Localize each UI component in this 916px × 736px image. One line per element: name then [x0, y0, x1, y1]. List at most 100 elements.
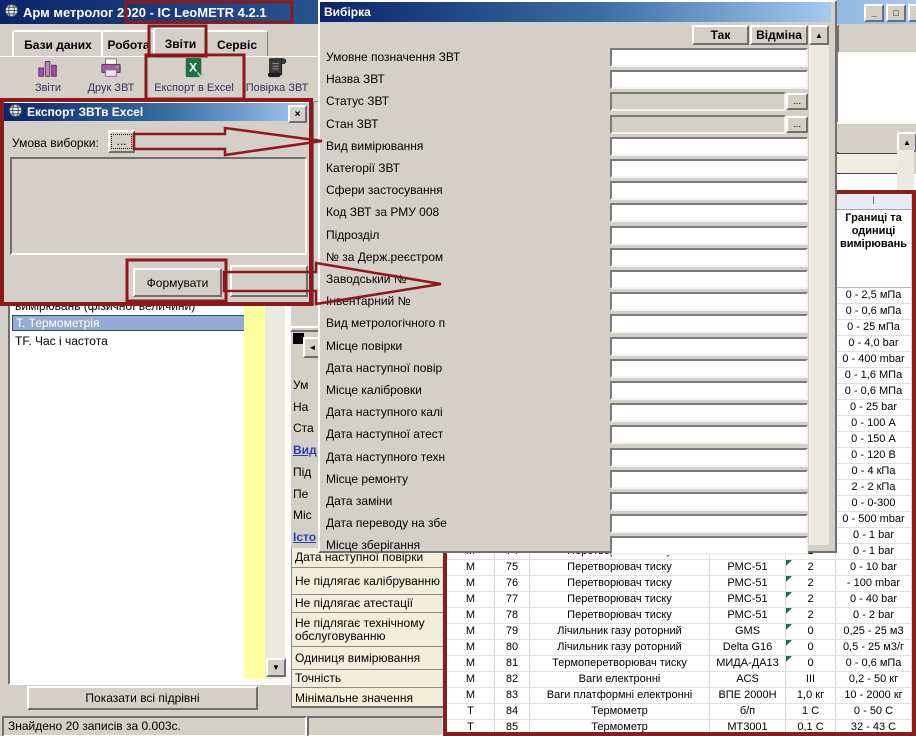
cell-I[interactable]: 0 - 150 А	[836, 432, 912, 447]
field-input[interactable]	[610, 492, 808, 511]
cell-I[interactable]: 0 - 400 mbar	[836, 352, 912, 367]
cell-I[interactable]: 0 - 4,0 bar	[836, 336, 912, 351]
fields-summary-row[interactable]: Не підлягає атестації	[292, 595, 454, 613]
cell-F[interactable]: МИДА-ДА13	[710, 656, 786, 671]
cell-F[interactable]: PMC-51	[710, 560, 786, 575]
cell-H[interactable]: 1,0 кг	[786, 688, 836, 703]
cell-A[interactable]: М	[447, 592, 495, 607]
cell-I[interactable]: 0 - 2,5 мПа	[836, 288, 912, 303]
cell-B[interactable]: 78	[495, 608, 530, 623]
field-input[interactable]	[610, 448, 808, 467]
field-input[interactable]	[610, 203, 808, 222]
cell-E[interactable]: Перетворювач тиску	[530, 592, 710, 607]
fields-summary-row[interactable]: Одиниця вимірювання	[292, 647, 454, 670]
cell-H[interactable]: III	[786, 672, 836, 687]
measurement-listbox[interactable]: вимірювань (фізичної величини)Т. Термоме…	[8, 298, 291, 685]
cell-A[interactable]: М	[447, 640, 495, 655]
fields-summary-row[interactable]: Мінімальне значення	[292, 688, 454, 708]
cell-E[interactable]: Термоперетворювач тиску	[530, 656, 710, 671]
cell-B[interactable]: 75	[495, 560, 530, 575]
cell-I[interactable]: 0 - 500 mbar	[836, 512, 912, 527]
field-input[interactable]	[610, 159, 808, 178]
cell-I[interactable]: 0 - 0,6 мПа	[836, 656, 912, 671]
cell-I[interactable]: 0 - 120 В	[836, 448, 912, 463]
cell-I[interactable]: 32 - 43 С	[836, 720, 912, 735]
cell-I[interactable]: 0 - 0,6 мПа	[836, 304, 912, 319]
cell-I[interactable]: 0 - 1 bar	[836, 528, 912, 543]
field-input[interactable]	[610, 359, 808, 378]
field-input[interactable]	[610, 381, 808, 400]
column-letter-I[interactable]: I	[836, 194, 912, 210]
cell-A[interactable]: Т	[447, 704, 495, 719]
tab-Звіти[interactable]: Звіти	[153, 27, 207, 58]
field-input[interactable]	[610, 514, 808, 533]
cell-B[interactable]: 84	[495, 704, 530, 719]
cancel-button[interactable]: Відміна	[750, 25, 808, 45]
cell-F[interactable]: ВПЕ 2000Н	[710, 688, 786, 703]
cell-H[interactable]: 0	[786, 640, 836, 655]
field-input[interactable]	[610, 70, 808, 89]
fields-summary-row[interactable]: Не підлягає технічному обслуговуванню	[292, 613, 454, 647]
close-button[interactable]: ×	[908, 4, 916, 22]
cell-I[interactable]: 0 - 4 кПа	[836, 464, 912, 479]
cell-I[interactable]: 0 - 10 bar	[836, 560, 912, 575]
cell-E[interactable]: Перетворювач тиску	[530, 560, 710, 575]
cell-F[interactable]: МТ3001	[710, 720, 786, 735]
tab-Бази даних[interactable]: Бази даних	[12, 30, 103, 57]
cell-I[interactable]: 0 - 0,6 МПа	[836, 384, 912, 399]
cell-E[interactable]: Ваги електронні	[530, 672, 710, 687]
cell-B[interactable]: 81	[495, 656, 530, 671]
fields-summary-row[interactable]: Точність	[292, 670, 454, 688]
cell-E[interactable]: Ваги платформні електронні	[530, 688, 710, 703]
cell-A[interactable]: М	[447, 576, 495, 591]
cell-B[interactable]: 77	[495, 592, 530, 607]
field-input[interactable]	[610, 292, 808, 311]
cell-H[interactable]: 1 С	[786, 704, 836, 719]
cell-F[interactable]: PMC-51	[710, 576, 786, 591]
cell-B[interactable]: 80	[495, 640, 530, 655]
selection-scrollbar[interactable]: ▲	[809, 25, 829, 545]
toolbar-excel-button[interactable]: XЕкспорт в Excel	[146, 57, 242, 99]
generate-button[interactable]: Формувати	[133, 268, 222, 297]
cell-A[interactable]: М	[447, 624, 495, 639]
cell-I[interactable]: 0 - 1 bar	[836, 544, 912, 559]
right-scrollbar[interactable]	[897, 150, 914, 190]
field-input[interactable]	[610, 92, 786, 111]
field-input[interactable]	[610, 470, 808, 489]
scroll-up-icon[interactable]: ▲	[809, 25, 829, 45]
field-input[interactable]	[610, 248, 808, 267]
cell-H[interactable]: 0	[786, 656, 836, 671]
cell-I[interactable]: 2 - 2 кПа	[836, 480, 912, 495]
field-input[interactable]	[610, 181, 808, 200]
cell-F[interactable]: ACS	[710, 672, 786, 687]
cell-F[interactable]: б/п	[710, 704, 786, 719]
cell-H[interactable]: 2	[786, 560, 836, 575]
field-input[interactable]	[610, 314, 808, 333]
cell-A[interactable]: М	[447, 672, 495, 687]
cell-I[interactable]: 0,25 - 25 м3	[836, 624, 912, 639]
cell-I[interactable]: 0 - 2 bar	[836, 608, 912, 623]
cell-B[interactable]: 85	[495, 720, 530, 735]
cell-E[interactable]: Термометр	[530, 704, 710, 719]
toolbar-verification-scroll-button[interactable]: Повірка ЗВТ	[244, 57, 310, 99]
browse-button[interactable]: ...	[108, 130, 135, 153]
cell-F[interactable]: PMC-51	[710, 592, 786, 607]
cell-I[interactable]: 10 - 2000 кг	[836, 688, 912, 703]
cell-I[interactable]: 0,2 - 50 кг	[836, 672, 912, 687]
dialog-close-icon[interactable]: ×	[288, 105, 307, 123]
cell-H[interactable]: 0,1 С	[786, 720, 836, 735]
cell-H[interactable]: 2	[786, 608, 836, 623]
cell-F[interactable]: PMC-51	[710, 608, 786, 623]
cell-E[interactable]: Лічильник газу роторний	[530, 624, 710, 639]
field-input[interactable]	[610, 337, 808, 356]
cell-E[interactable]: Перетворювач тиску	[530, 576, 710, 591]
maximize-button[interactable]: □	[886, 4, 906, 22]
field-input[interactable]	[610, 137, 808, 156]
show-sublevels-button[interactable]: Показати всі підрівні	[27, 686, 258, 710]
field-input[interactable]	[610, 425, 808, 444]
toolbar-print-button[interactable]: Друк ЗВТ	[80, 57, 142, 99]
lookup-ellipsis-button[interactable]: ...	[786, 93, 808, 110]
cell-F[interactable]: Delta G16	[710, 640, 786, 655]
cell-I[interactable]: 0 - 100 А	[836, 416, 912, 431]
cell-B[interactable]: 82	[495, 672, 530, 687]
